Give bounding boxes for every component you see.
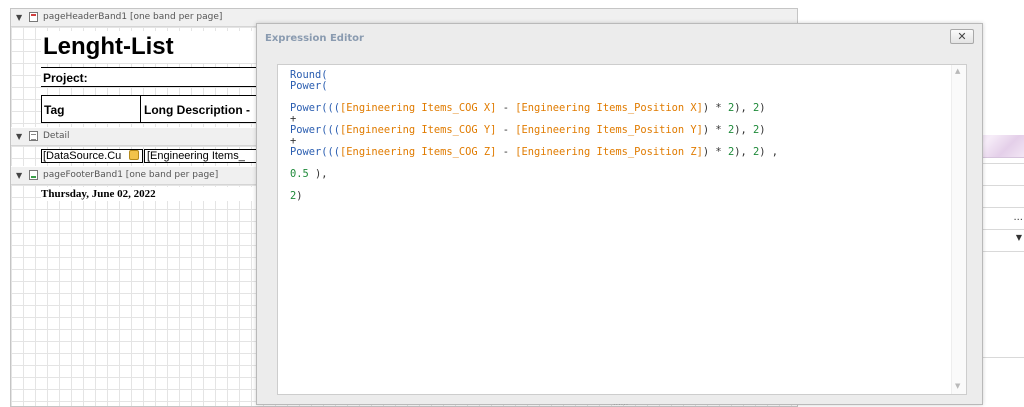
page-footer-band-label: pageFooterBand1 [one band per page] [43,170,219,180]
code-token: Power((( [290,102,341,114]
code-field: [Engineering Items_Position Z] [515,146,703,158]
code-token: ), [734,146,753,158]
smart-tag-icon[interactable] [129,150,139,160]
scroll-up-arrow-icon[interactable]: ▲ [955,67,960,75]
code-field: [Engineering Items_Position X] [515,102,703,114]
code-token: ) * [702,102,728,114]
page-header-band-icon [29,12,38,22]
code-token: - [496,146,516,158]
code-token: ) [296,190,303,202]
report-title[interactable]: Lenght-List [41,31,291,63]
code-field: [Engineering Items_COG Z] [340,146,497,158]
code-field: [Engineering Items_COG X] [340,102,497,114]
expression-text[interactable]: Round( Power( Power((([Engineering Items… [290,70,778,202]
code-token: Power((( [290,146,341,158]
code-token: - [496,102,516,114]
column-header-tag[interactable]: Tag [41,95,141,123]
vertical-scrollbar[interactable]: ▲ ▼ [951,65,966,394]
code-token: ) * [702,146,728,158]
page-footer-band-icon [29,170,38,180]
code-token: - [496,124,516,136]
detail-band-label: Detail [43,131,70,141]
collapse-triangle-icon[interactable]: ▼ [16,9,22,26]
code-token: ) [759,102,766,114]
detail-band-icon [29,131,38,141]
code-token: ) , [759,146,779,158]
collapse-triangle-icon[interactable]: ▼ [16,167,22,184]
code-token: ), [308,168,328,180]
code-field: [Engineering Items_Position Y] [515,124,703,136]
collapse-triangle-icon[interactable]: ▼ [16,128,22,145]
close-button[interactable]: ✕ [950,29,974,44]
dialog-title: Expression Editor [265,33,364,44]
scroll-down-arrow-icon[interactable]: ▼ [955,382,960,390]
code-token: Power((( [290,124,341,136]
code-field: [Engineering Items_COG Y] [340,124,497,136]
report-date[interactable]: Thursday, June 02, 2022 [41,187,291,201]
ellipsis-button[interactable]: ... [1013,212,1023,223]
expression-editor-dialog[interactable]: Expression Editor ✕ Round( Power( Power(… [256,23,983,407]
resize-grip[interactable]: ...... [613,398,628,407]
code-token: ), [734,124,753,136]
detail-cell-datasource[interactable]: [DataSource.Cu [41,149,143,163]
page-header-band-label: pageHeaderBand1 [one band per page] [43,12,223,22]
project-label[interactable]: Project: [41,67,291,87]
code-token: ), [734,102,753,114]
code-token: ) * [702,124,728,136]
expression-input[interactable]: Round( Power( Power((([Engineering Items… [277,64,967,395]
dropdown-arrow-icon[interactable]: ▼ [1016,233,1022,242]
code-token: ) [759,124,766,136]
